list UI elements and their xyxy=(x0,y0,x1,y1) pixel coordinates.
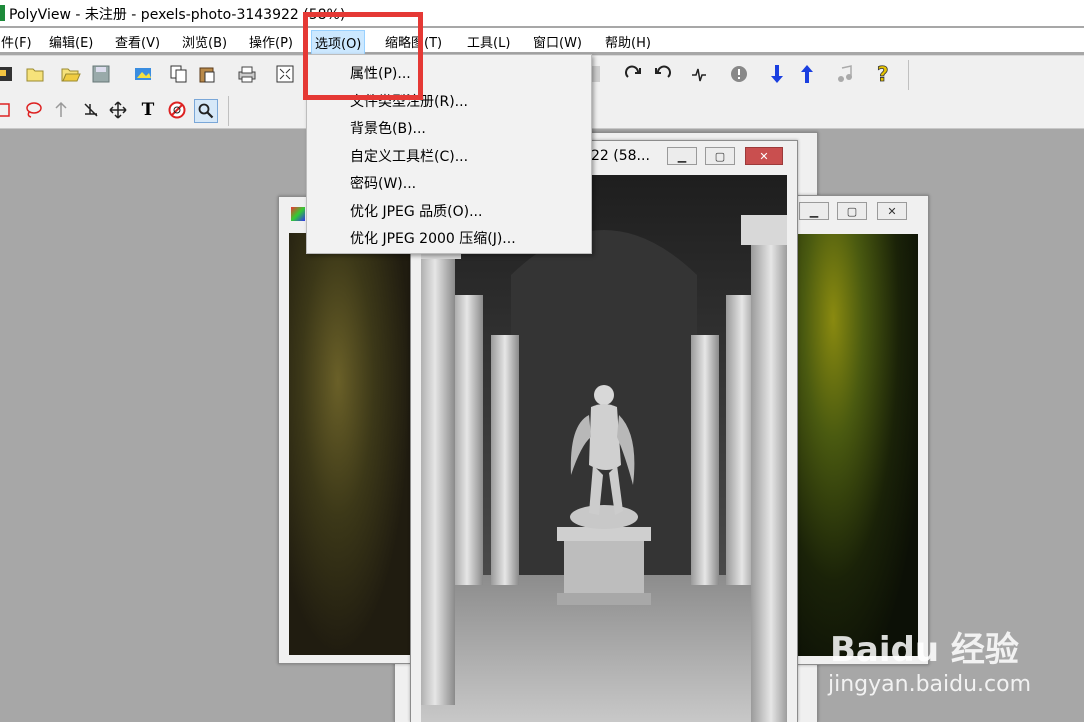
menu-bar: 件(F) 编辑(E) 查看(V) 浏览(B) 操作(P) 选项(O) 缩略图(T… xyxy=(0,28,1084,55)
print-icon[interactable] xyxy=(236,63,258,85)
svg-text:?: ? xyxy=(877,64,889,84)
image-window-left[interactable] xyxy=(278,196,420,664)
watermark-brand: Baidu 经验 xyxy=(830,630,1019,670)
fit-window-icon[interactable] xyxy=(274,63,296,85)
window-title: PolyView - 未注册 - pexels-photo-3143922 (5… xyxy=(9,7,346,23)
move-icon[interactable] xyxy=(107,99,129,121)
crop-icon[interactable] xyxy=(80,99,102,121)
maximize-button[interactable]: ▢ xyxy=(837,202,867,220)
rect-select-icon[interactable] xyxy=(0,99,14,121)
menu-help[interactable]: 帮助(H) xyxy=(602,32,654,51)
info-icon[interactable] xyxy=(728,63,750,85)
minimize-button[interactable]: ▁ xyxy=(799,202,829,220)
image-effect-icon[interactable] xyxy=(132,63,154,85)
menu-item-customize-toolbar[interactable]: 自定义工具栏(C)... xyxy=(350,146,468,166)
leaf-photo-right xyxy=(797,234,918,656)
help-question-icon[interactable]: ? xyxy=(872,63,894,85)
close-button[interactable]: ✕ xyxy=(877,202,907,220)
redo-icon[interactable] xyxy=(622,63,644,85)
leaf-photo-left xyxy=(289,233,411,655)
title-bar: PolyView - 未注册 - pexels-photo-3143922 (5… xyxy=(0,0,1084,26)
zoom-magnifier-icon[interactable] xyxy=(194,99,218,123)
open-folder-icon[interactable] xyxy=(60,63,82,85)
menu-operation[interactable]: 操作(P) xyxy=(246,32,296,51)
undo-icon[interactable] xyxy=(652,63,674,85)
arrow-up-icon[interactable] xyxy=(796,63,818,85)
close-button[interactable]: ✕ xyxy=(745,147,783,165)
menu-item-optimize-jpeg2000-compression[interactable]: 优化 JPEG 2000 压缩(J)... xyxy=(350,228,516,248)
menu-edit[interactable]: 编辑(E) xyxy=(46,32,96,51)
image-window-right[interactable]: ▁ ▢ ✕ xyxy=(792,195,929,665)
toolbar-separator xyxy=(228,96,229,126)
no-stamp-icon[interactable] xyxy=(166,99,188,121)
app-icon xyxy=(0,5,5,21)
menu-item-background-color[interactable]: 背景色(B)... xyxy=(350,118,426,138)
window-titlebar[interactable]: ▁ ▢ ✕ xyxy=(793,196,928,226)
app-logo-icon[interactable] xyxy=(0,63,16,85)
copy-icon[interactable] xyxy=(168,63,190,85)
menu-item-password[interactable]: 密码(W)... xyxy=(350,173,416,193)
new-folder-icon[interactable] xyxy=(24,63,46,85)
pointer-arrow-icon[interactable] xyxy=(50,99,72,121)
minimize-button[interactable]: ▁ xyxy=(667,147,697,165)
annotation-highlight-box xyxy=(303,12,423,100)
window-title: 22 (58... xyxy=(591,148,650,164)
menu-file[interactable]: 件(F) xyxy=(0,32,35,51)
statue-photo xyxy=(421,175,787,722)
menu-view[interactable]: 查看(V) xyxy=(112,32,163,51)
save-icon[interactable] xyxy=(90,63,112,85)
image-window-icon xyxy=(291,207,305,221)
maximize-button[interactable]: ▢ xyxy=(705,147,735,165)
paste-icon[interactable] xyxy=(196,63,218,85)
menu-item-optimize-jpeg-quality[interactable]: 优化 JPEG 品质(O)... xyxy=(350,201,482,221)
menu-tools[interactable]: 工具(L) xyxy=(464,32,513,51)
music-note-icon[interactable] xyxy=(834,63,856,85)
watermark-url: jingyan.baidu.com xyxy=(828,672,1032,697)
lasso-icon[interactable] xyxy=(22,99,44,121)
menu-browse[interactable]: 浏览(B) xyxy=(179,32,230,51)
text-tool-icon[interactable]: T xyxy=(137,99,159,121)
histogram-icon[interactable] xyxy=(688,63,710,85)
arrow-down-icon[interactable] xyxy=(766,63,788,85)
toolbar-separator xyxy=(908,60,909,90)
menu-window[interactable]: 窗口(W) xyxy=(530,32,585,51)
